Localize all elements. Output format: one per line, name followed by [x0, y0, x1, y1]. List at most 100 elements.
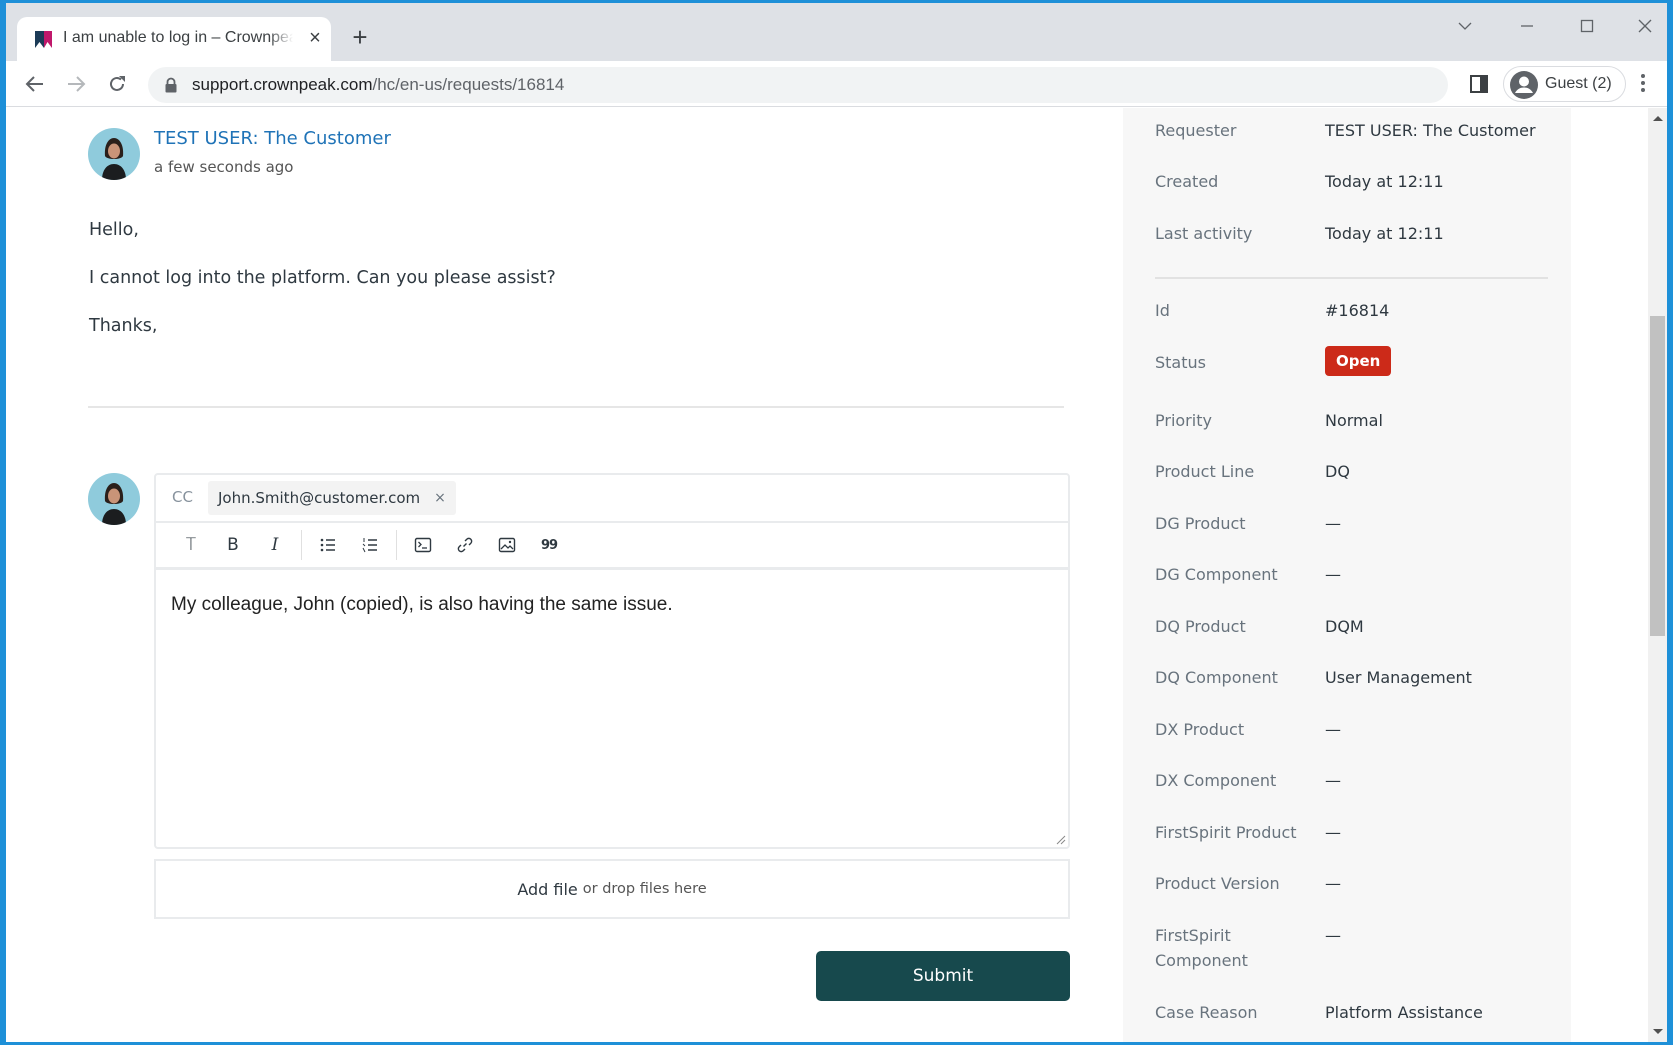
profile-avatar-icon: [1510, 71, 1538, 99]
author-avatar: [88, 128, 140, 180]
comment-timestamp: a few seconds ago: [154, 158, 294, 176]
toolbar-divider: [396, 530, 397, 560]
comment-divider: [88, 406, 1064, 408]
profile-label: Guest (2): [1545, 75, 1612, 92]
scroll-down-arrow-icon[interactable]: [1653, 1029, 1663, 1034]
detail-label: Created: [1155, 172, 1219, 191]
comment-paragraph: Thanks,: [89, 316, 158, 336]
request-page: TEST USER: The Customer a few seconds ag…: [6, 108, 1648, 1042]
detail-label: DQ Component: [1155, 668, 1278, 687]
resize-handle-icon[interactable]: [1054, 833, 1066, 845]
reload-icon[interactable]: [102, 69, 132, 99]
browser-tab-active[interactable]: I am unable to log in – Crownpeak ×: [17, 17, 331, 61]
link-button[interactable]: [444, 530, 486, 560]
reply-avatar: [88, 473, 140, 525]
forward-icon[interactable]: [61, 69, 91, 99]
detail-label: Product Line: [1155, 462, 1255, 481]
page-scrollbar[interactable]: [1648, 108, 1667, 1042]
detail-label: Priority: [1155, 411, 1212, 430]
detail-value: Platform Assistance: [1325, 1003, 1483, 1022]
detail-value: —: [1325, 720, 1341, 739]
reply-editor[interactable]: My colleague, John (copied), is also hav…: [154, 569, 1070, 849]
cc-label: CC: [172, 488, 193, 506]
detail-value: User Management: [1325, 668, 1472, 687]
italic-icon: I: [271, 535, 279, 555]
detail-label: DG Product: [1155, 514, 1246, 533]
crownpeak-favicon-icon: [35, 31, 52, 48]
detail-value: #16814: [1325, 301, 1390, 320]
detail-label: Case Reason: [1155, 1003, 1258, 1022]
request-details-sidebar: Requester TEST USER: The Customer Create…: [1123, 108, 1571, 1042]
image-button[interactable]: [486, 530, 528, 560]
detail-value: Today at 12:11: [1325, 224, 1444, 243]
bulleted-list-icon: [320, 538, 335, 552]
cc-recipient-chip: John.Smith@customer.com ×: [208, 481, 456, 515]
comment-author-link[interactable]: TEST USER: The Customer: [154, 128, 391, 149]
detail-value: —: [1325, 771, 1341, 790]
close-window-icon[interactable]: [1630, 15, 1660, 37]
maximize-icon[interactable]: [1572, 15, 1602, 37]
code-block-icon: [414, 537, 432, 553]
cc-recipient-email: John.Smith@customer.com: [218, 489, 421, 507]
back-icon[interactable]: [20, 69, 50, 99]
detail-label: DX Component: [1155, 771, 1277, 790]
remove-recipient-icon[interactable]: ×: [434, 490, 446, 506]
detail-label: DQ Product: [1155, 617, 1246, 636]
lock-icon: [165, 77, 177, 93]
profile-button[interactable]: Guest (2): [1503, 66, 1626, 102]
toolbar-divider: [301, 530, 302, 560]
browser-window: I am unable to log in – Crownpeak × + su…: [6, 3, 1667, 1042]
tab-search-chevron-icon[interactable]: [1450, 15, 1480, 37]
image-icon: [498, 537, 516, 553]
submit-button[interactable]: Submit: [816, 951, 1070, 1001]
bulleted-list-button[interactable]: [307, 530, 349, 560]
numbered-list-button[interactable]: [349, 530, 391, 560]
cc-field[interactable]: CC John.Smith@customer.com ×: [154, 473, 1070, 522]
blockquote-button[interactable]: 99: [528, 530, 570, 560]
file-dropzone[interactable]: Add file or drop files here: [154, 859, 1070, 919]
minimize-icon[interactable]: [1512, 15, 1542, 37]
detail-value: —: [1325, 565, 1341, 584]
scroll-up-arrow-icon[interactable]: [1653, 116, 1663, 121]
detail-label: DG Component: [1155, 565, 1278, 584]
detail-value: —: [1325, 514, 1341, 533]
detail-value: Normal: [1325, 411, 1383, 430]
new-tab-button[interactable]: +: [346, 23, 374, 51]
reply-editor-text: My colleague, John (copied), is also hav…: [171, 594, 673, 615]
editor-toolbar: T B I 99: [154, 522, 1070, 569]
scrollbar-thumb[interactable]: [1650, 316, 1665, 636]
detail-label: FirstSpirit Component: [1155, 926, 1248, 970]
browser-toolbar: support.crownpeak.com/hc/en-us/requests/…: [6, 61, 1667, 107]
detail-label: FirstSpirit Product: [1155, 823, 1297, 842]
status-badge: Open: [1325, 346, 1392, 376]
tab-close-icon[interactable]: ×: [304, 27, 326, 49]
detail-value: DQM: [1325, 617, 1364, 636]
url-path: /hc/en-us/requests/16814: [372, 75, 565, 94]
url-host: support.crownpeak.com: [192, 75, 373, 94]
url-text: support.crownpeak.com/hc/en-us/requests/…: [192, 75, 564, 95]
blockquote-icon: 99: [540, 537, 558, 553]
add-file-link[interactable]: Add file: [517, 880, 577, 899]
italic-button[interactable]: I: [254, 530, 296, 560]
detail-value: —: [1325, 823, 1341, 842]
detail-value: Open: [1325, 346, 1392, 376]
detail-label: Last activity: [1155, 224, 1253, 243]
detail-value: —: [1325, 874, 1341, 893]
detail-label: Id: [1155, 301, 1170, 320]
detail-value: Today at 12:11: [1325, 172, 1444, 191]
tab-strip: I am unable to log in – Crownpeak × +: [6, 3, 1667, 61]
bold-icon: B: [227, 535, 239, 555]
detail-value: TEST USER: The Customer: [1325, 121, 1536, 140]
detail-value: —: [1325, 926, 1341, 945]
code-block-button[interactable]: [402, 530, 444, 560]
address-bar[interactable]: support.crownpeak.com/hc/en-us/requests/…: [148, 67, 1448, 103]
bold-button[interactable]: B: [212, 530, 254, 560]
side-panel-icon[interactable]: [1468, 73, 1490, 95]
detail-label: Status: [1155, 353, 1206, 372]
drop-files-hint: or drop files here: [582, 881, 707, 897]
comment-paragraph: I cannot log into the platform. Can you …: [89, 268, 556, 288]
browser-menu-icon[interactable]: [1638, 71, 1648, 97]
text-format-button[interactable]: T: [170, 530, 212, 560]
sidebar-divider: [1155, 277, 1548, 279]
numbered-list-icon: [362, 538, 377, 553]
